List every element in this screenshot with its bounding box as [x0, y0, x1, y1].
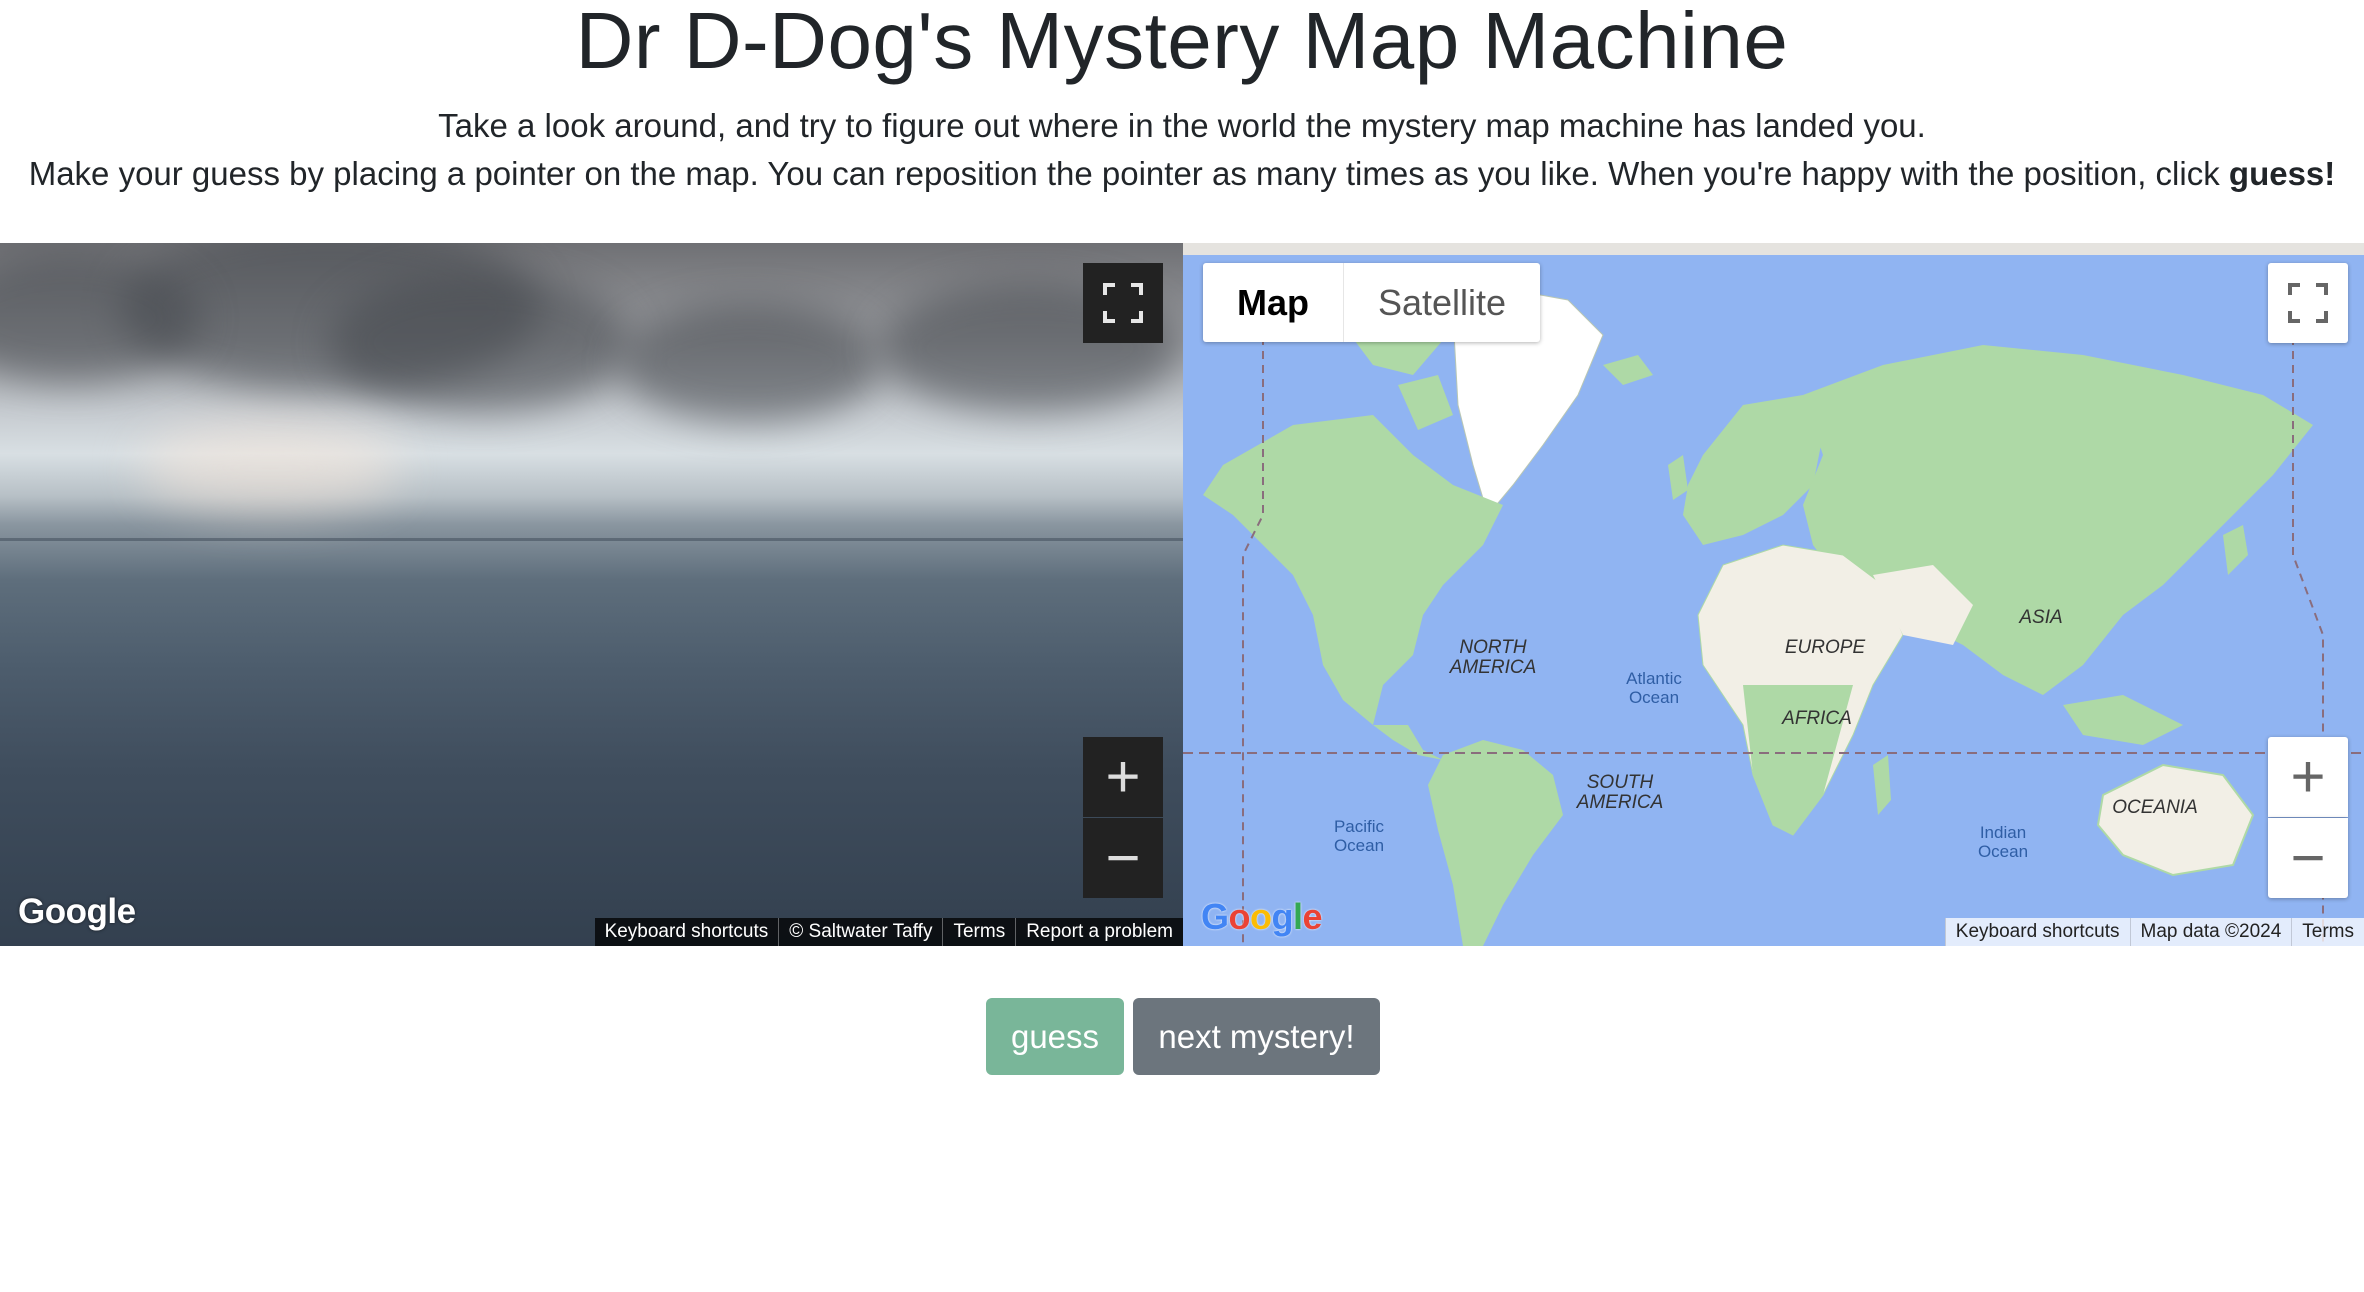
- map-type-map-button[interactable]: Map: [1203, 263, 1343, 342]
- label-north-america: NORTH: [1459, 637, 1526, 658]
- intro-text-line2: Make your guess by placing a pointer on …: [0, 154, 2364, 194]
- intro-guess-emphasis: guess!: [2228, 155, 2336, 192]
- label-south-america: AMERICA: [1576, 792, 1664, 813]
- sun-glow: [140, 423, 400, 513]
- street-zoom-out-button[interactable]: −: [1083, 818, 1163, 898]
- fullscreen-icon: [1103, 283, 1143, 323]
- label-asia: ASIA: [2018, 607, 2062, 628]
- keyboard-shortcuts-link[interactable]: Keyboard shortcuts: [1944, 918, 2130, 946]
- map-zoom-out-button[interactable]: −: [2268, 818, 2348, 898]
- label-indian-ocean: Ocean: [1978, 842, 2028, 861]
- street-zoom-in-button[interactable]: +: [1083, 737, 1163, 817]
- world-map[interactable]: NORTH AMERICA SOUTH AMERICA EUROPE ASIA …: [1183, 243, 2364, 946]
- label-europe: EUROPE: [1785, 637, 1866, 658]
- terms-link[interactable]: Terms: [942, 918, 1015, 946]
- label-pacific-ocean: Ocean: [1334, 836, 1384, 855]
- label-oceania: OCEANIA: [2112, 797, 2198, 818]
- minus-icon: −: [1105, 824, 1141, 891]
- guess-button[interactable]: guess: [986, 998, 1124, 1075]
- terms-link[interactable]: Terms: [2291, 918, 2364, 946]
- map-fullscreen-button[interactable]: [2268, 263, 2348, 343]
- google-logo[interactable]: Google: [18, 892, 136, 932]
- label-pacific-ocean: Pacific: [1334, 817, 1385, 836]
- label-atlantic-ocean: Ocean: [1629, 688, 1679, 707]
- map-type-control: Map Satellite: [1203, 263, 1541, 342]
- plus-icon: +: [2290, 743, 2326, 810]
- intro-instructions: Make your guess by placing a pointer on …: [28, 155, 2220, 192]
- cloud: [620, 303, 880, 423]
- next-mystery-button[interactable]: next mystery!: [1133, 998, 1380, 1075]
- street-view-panorama[interactable]: + − Google Keyboard shortcuts © Saltwate…: [0, 243, 1183, 946]
- label-atlantic-ocean: Atlantic: [1626, 669, 1682, 688]
- intro-text-line1: Take a look around, and try to figure ou…: [438, 107, 1926, 144]
- fullscreen-icon: [2288, 283, 2328, 323]
- plus-icon: +: [1105, 743, 1141, 810]
- google-logo[interactable]: Google: [1201, 896, 1323, 938]
- map-data-text: Map data ©2024: [2129, 918, 2292, 946]
- report-problem-link[interactable]: Report a problem: [1015, 918, 1183, 946]
- page-title: Dr D-Dog's Mystery Map Machine: [575, 0, 1789, 85]
- label-south-america: SOUTH: [1587, 772, 1654, 793]
- street-fullscreen-button[interactable]: [1083, 263, 1163, 343]
- street-attribution-bar: Keyboard shortcuts © Saltwater Taffy Ter…: [594, 918, 1183, 946]
- label-north-america: AMERICA: [1449, 657, 1537, 678]
- map-attribution-bar: Keyboard shortcuts Map data ©2024 Terms: [1944, 918, 2364, 946]
- map-canvas[interactable]: NORTH AMERICA SOUTH AMERICA EUROPE ASIA …: [1183, 255, 2364, 946]
- label-africa: AFRICA: [1781, 708, 1852, 729]
- keyboard-shortcuts-link[interactable]: Keyboard shortcuts: [595, 918, 779, 946]
- minus-icon: −: [2290, 824, 2326, 891]
- cloud: [330, 273, 630, 413]
- label-indian-ocean: Indian: [1980, 823, 2026, 842]
- map-type-satellite-button[interactable]: Satellite: [1343, 263, 1540, 342]
- map-zoom-in-button[interactable]: +: [2268, 737, 2348, 817]
- copyright-text[interactable]: © Saltwater Taffy: [778, 918, 942, 946]
- horizon: [0, 538, 1183, 541]
